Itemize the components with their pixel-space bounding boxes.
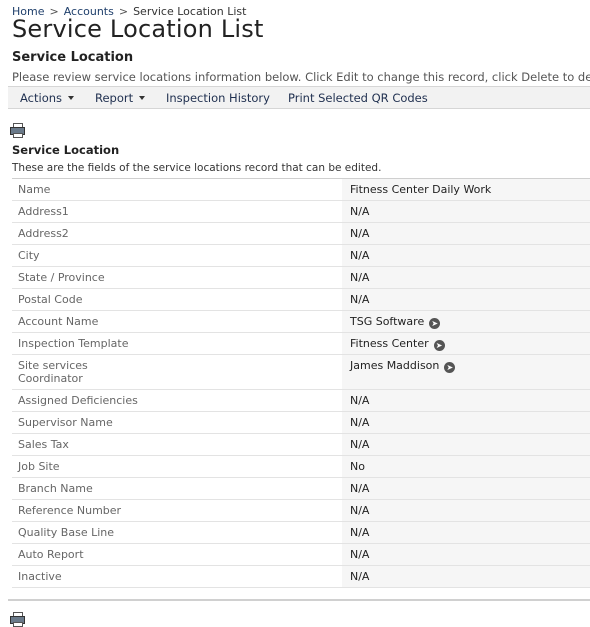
field-row-address2: Address2 N/A [12,223,590,245]
field-value: N/A [350,205,370,218]
field-label: Assigned Deficiencies [18,394,138,407]
field-row-sales-tax: Sales Tax N/A [12,434,590,456]
field-row-supervisor-name: Supervisor Name N/A [12,412,590,434]
field-value-cell: N/A [342,544,590,565]
field-value: No [350,460,365,473]
field-label: Inspection Template [18,337,129,350]
field-label: Inactive [18,570,62,583]
field-label: Name [18,183,51,196]
field-value-cell: N/A [342,267,590,288]
field-row-auto-report: Auto Report N/A [12,544,590,566]
arrow-right-circle-icon[interactable]: ➤ [444,362,456,373]
field-row-branch-name: Branch Name N/A [12,478,590,500]
arrow-right-circle-icon[interactable]: ➤ [429,318,441,329]
field-value-cell: N/A [342,289,590,310]
form-title: Service Location [12,143,120,157]
field-row-job-site: Job Site No [12,456,590,478]
field-value-cell: N/A [342,478,590,499]
field-value: N/A [350,482,370,495]
field-label: Postal Code [18,293,83,306]
field-row-state: State / Province N/A [12,267,590,289]
field-label: Job Site [18,460,60,473]
field-label: State / Province [18,271,105,284]
field-value-cell: N/A [342,500,590,521]
field-row-account-name: Account Name TSG Software ➤ [12,311,590,333]
arrow-right-circle-icon[interactable]: ➤ [433,340,445,351]
field-value-cell: N/A [342,434,590,455]
field-value-cell: N/A [342,412,590,433]
field-label: Site services Coordinator [18,359,88,385]
caret-down-icon [139,95,146,100]
field-value-cell: James Maddison ➤ [342,355,590,389]
field-value-cell: N/A [342,245,590,266]
account-name-link[interactable]: TSG Software [350,315,424,328]
field-value-cell: N/A [342,201,590,222]
field-value: N/A [350,526,370,539]
actions-menu[interactable]: Actions [20,91,75,105]
field-row-reference-number: Reference Number N/A [12,500,590,522]
page-title: Service Location List [12,15,264,43]
section-title: Service Location [12,50,134,65]
field-value: N/A [350,548,370,561]
field-label: Auto Report [18,548,84,561]
field-label: Quality Base Line [18,526,115,539]
field-value-cell: Fitness Center ➤ [342,333,590,354]
field-label: Branch Name [18,482,93,495]
field-value: N/A [350,504,370,517]
report-menu[interactable]: Report [95,91,146,105]
field-row-inactive: Inactive N/A [12,566,590,588]
field-value: Fitness Center Daily Work [350,183,492,196]
field-row-city: City N/A [12,245,590,267]
print-qr-codes-link[interactable]: Print Selected QR Codes [288,91,428,105]
field-value: N/A [350,570,370,583]
field-value-cell: No [342,456,590,477]
field-row-name: Name Fitness Center Daily Work [12,179,590,201]
field-value: N/A [350,394,370,407]
field-value: N/A [350,249,370,262]
field-value: N/A [350,416,370,429]
field-value-cell: N/A [342,566,590,587]
intro-text: Please review service locations informat… [12,70,590,84]
field-value: N/A [350,293,370,306]
field-value: N/A [350,227,370,240]
menu-bar: Actions Report Inspection History Print … [8,86,590,109]
field-row-postal-code: Postal Code N/A [12,289,590,311]
fields-table: Name Fitness Center Daily Work Address1 N/… [12,178,590,588]
field-value-cell: N/A [342,522,590,543]
inspection-history-link[interactable]: Inspection History [166,91,270,105]
form-description: These are the fields of the service loca… [12,162,382,174]
field-label: Sales Tax [18,438,69,451]
field-label: Account Name [18,315,99,328]
field-row-site-coordinator: Site services Coordinator James Maddison ➤ [12,355,590,390]
field-value: N/A [350,438,370,451]
caret-down-icon [68,95,75,100]
field-value-cell: N/A [342,223,590,244]
printer-icon[interactable] [10,612,25,627]
printer-icon[interactable] [10,123,25,138]
field-value-cell: N/A [342,390,590,411]
field-value: N/A [350,271,370,284]
field-row-inspection-template: Inspection Template Fitness Center ➤ [12,333,590,355]
coordinator-link[interactable]: James Maddison [350,359,439,372]
actions-menu-label: Actions [20,91,63,105]
field-label: Address2 [18,227,69,240]
field-row-assigned-deficiencies: Assigned Deficiencies N/A [12,390,590,412]
report-menu-label: Report [95,91,134,105]
inspection-template-link[interactable]: Fitness Center [350,337,429,350]
field-row-quality-base-line: Quality Base Line N/A [12,522,590,544]
field-value-cell: TSG Software ➤ [342,311,590,332]
field-label: Address1 [18,205,69,218]
field-label: Supervisor Name [18,416,113,429]
divider [8,599,590,601]
field-label: Reference Number [18,504,122,517]
field-row-address1: Address1 N/A [12,201,590,223]
field-value-cell: Fitness Center Daily Work [342,179,590,200]
field-label: City [18,249,40,262]
